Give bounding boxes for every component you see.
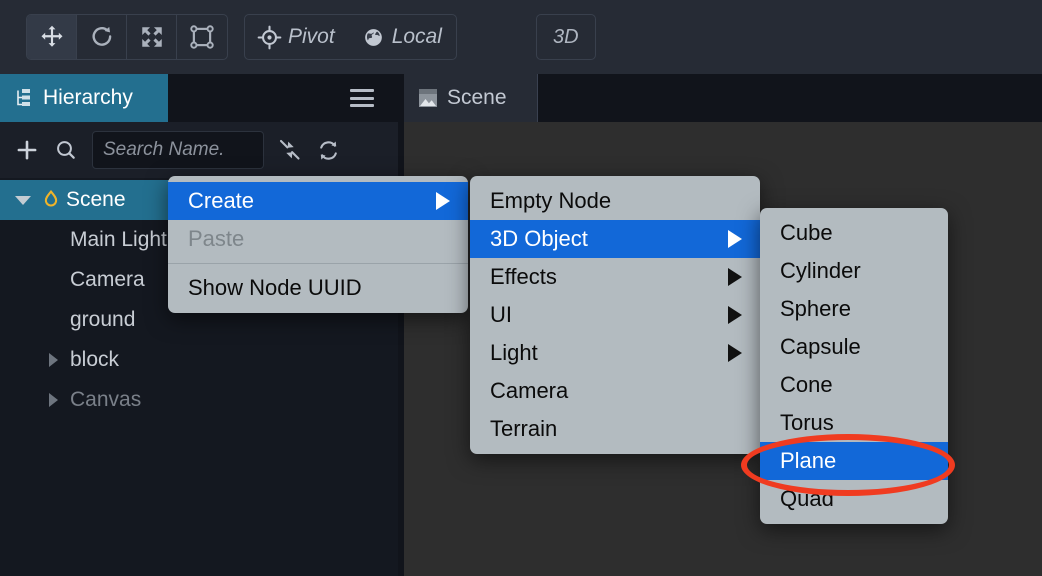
move-icon (40, 25, 63, 47)
3d-object-menu-item-label: Quad (780, 486, 834, 511)
globe-icon (364, 28, 382, 46)
create-menu-item-label: 3D Object (490, 226, 588, 251)
3d-object-menu-item-label: Plane (780, 448, 837, 473)
3d-object-menu-item[interactable]: Plane (760, 442, 948, 480)
collapse-all-icon (279, 139, 300, 160)
refresh-icon (320, 140, 337, 160)
3d-object-menu-item[interactable]: Cube (760, 214, 948, 252)
plus-icon (17, 140, 37, 160)
3d-object-menu-item[interactable]: Capsule (760, 328, 948, 366)
3d-object-menu-item[interactable]: Cylinder (760, 252, 948, 290)
hamburger-icon[interactable] (350, 89, 374, 107)
top-toolbar: Pivot Local 3D (0, 0, 1042, 74)
context-menu: Create Paste Show Node UUID (168, 176, 468, 313)
create-menu-item-label: Terrain (490, 416, 558, 441)
context-menu-item-label: Paste (188, 226, 245, 251)
create-submenu: Empty Node 3D Object Effects UI Light Camera T… (470, 176, 760, 454)
3d-object-menu-item-label: Sphere (780, 296, 851, 321)
add-node-button[interactable] (14, 137, 40, 163)
scene-flame-icon (38, 189, 64, 211)
hierarchy-toolbar (0, 122, 398, 178)
search-icon (57, 141, 75, 159)
tab-scene-label: Scene (447, 86, 507, 109)
rotate-tool-button[interactable] (77, 15, 127, 59)
tree-node-label: Camera (70, 268, 145, 291)
scale-icon (141, 27, 162, 47)
3d-object-menu-item-label: Cube (780, 220, 833, 245)
pivot-label: Pivot (288, 25, 335, 48)
tree-node-label: Scene (66, 188, 126, 211)
create-menu-item[interactable]: UI (470, 296, 760, 334)
submenu-arrow-icon (728, 268, 742, 286)
create-menu-item-label: Effects (490, 264, 557, 289)
editor-window: Pivot Local 3D Hierarchy Search Name. Sc… (0, 0, 1042, 576)
context-menu-item[interactable]: Show Node UUID (168, 269, 468, 307)
pivot-coordinate-group: Pivot Local (244, 14, 457, 60)
create-menu-item-label: Empty Node (490, 188, 612, 213)
create-menu-item[interactable]: Effects (470, 258, 760, 296)
chevron-right-icon[interactable] (38, 393, 68, 407)
dimension-toggle-group: 3D (536, 14, 596, 60)
search-input[interactable] (103, 139, 253, 161)
hierarchy-panel: Hierarchy Search Name. Scene Main Light … (0, 74, 398, 576)
create-menu-item-label: Light (490, 340, 538, 365)
3d-object-menu-item[interactable]: Quad (760, 480, 948, 518)
context-menu-item-label: Create (188, 188, 255, 213)
3d-toggle-button[interactable]: 3D (537, 15, 595, 59)
tree-node[interactable]: Canvas (0, 380, 398, 420)
search-input-wrapper[interactable] (92, 131, 264, 169)
3d-object-menu-item-label: Capsule (780, 334, 861, 359)
menu-separator (168, 263, 468, 264)
3d-object-menu-item-label: Cylinder (780, 258, 861, 283)
coordinate-label: Local (391, 25, 442, 48)
3d-object-menu-item[interactable]: Sphere (760, 290, 948, 328)
tab-hierarchy[interactable]: Hierarchy (0, 74, 168, 122)
scene-image-icon (419, 89, 437, 107)
context-menu-item-label: Show Node UUID (188, 275, 362, 300)
pivot-toggle-button[interactable]: Pivot (245, 15, 349, 59)
move-tool-button[interactable] (27, 15, 77, 59)
hierarchy-tabbar: Hierarchy (0, 74, 398, 122)
tab-scene[interactable]: Scene (404, 74, 538, 122)
hierarchy-icon (17, 89, 30, 106)
chevron-down-icon[interactable] (8, 195, 38, 205)
transform-tool-group (26, 14, 228, 60)
tree-node-label: Main Light (70, 228, 167, 251)
coordinate-toggle-button[interactable]: Local (349, 15, 456, 59)
3d-object-menu-item[interactable]: Cone (760, 366, 948, 404)
collapse-all-button[interactable] (278, 138, 302, 162)
search-button[interactable] (54, 138, 78, 162)
tree-node-label: Canvas (70, 388, 142, 411)
refresh-button[interactable] (316, 138, 341, 163)
create-menu-item[interactable]: 3D Object (470, 220, 760, 258)
create-menu-item[interactable]: Camera (470, 372, 760, 410)
scale-tool-button[interactable] (127, 15, 177, 59)
3d-object-menu-item[interactable]: Torus (760, 404, 948, 442)
submenu-arrow-icon (728, 344, 742, 362)
rect-transform-tool-button[interactable] (177, 15, 227, 59)
create-menu-item-label: Camera (490, 378, 569, 403)
create-menu-item[interactable]: Terrain (470, 410, 760, 448)
context-menu-item[interactable]: Create (168, 182, 468, 220)
pivot-icon (257, 25, 282, 49)
scene-tabbar: Scene (404, 74, 1042, 122)
3d-object-menu-item-label: Torus (780, 410, 834, 435)
create-menu-item[interactable]: Light (470, 334, 760, 372)
submenu-arrow-icon (436, 192, 450, 210)
hierarchy-tabbar-right (168, 74, 398, 122)
rect-transform-icon (190, 25, 214, 49)
chevron-right-icon[interactable] (38, 353, 68, 367)
context-menu-item: Paste (168, 220, 468, 258)
submenu-arrow-icon (728, 306, 742, 324)
rotate-icon (91, 26, 111, 46)
3d-object-submenu: Cube Cylinder Sphere Capsule Cone Torus Plane Q… (760, 208, 948, 524)
tab-hierarchy-label: Hierarchy (43, 86, 133, 109)
create-menu-item-label: UI (490, 302, 512, 327)
tree-node-label: ground (70, 308, 136, 331)
tree-node-label: block (70, 348, 120, 371)
create-menu-item[interactable]: Empty Node (470, 182, 760, 220)
submenu-arrow-icon (728, 230, 742, 248)
tree-node[interactable]: block (0, 340, 398, 380)
3d-object-menu-item-label: Cone (780, 372, 833, 397)
